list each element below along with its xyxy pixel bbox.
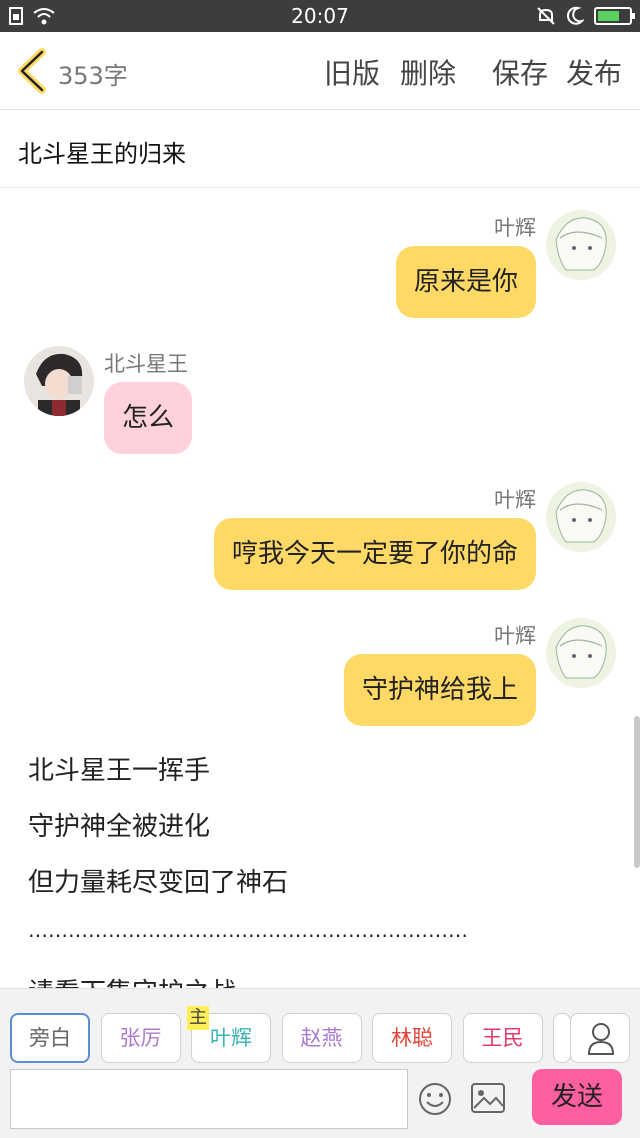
speaker-name: 北斗星王 [104, 352, 188, 376]
character-chip-wangmin[interactable]: 王民 [462, 1013, 543, 1063]
word-count: 353字 [58, 62, 128, 90]
chip-label: 张厉 [119, 1026, 162, 1050]
mute-icon [537, 7, 555, 25]
chip-label: 王民 [481, 1026, 524, 1050]
top-bar: 353字 旧版 删除 保存 发布 [0, 32, 640, 110]
moon-icon [567, 6, 584, 25]
narration-line[interactable]: 但力量耗尽变回了神石 [28, 862, 288, 899]
chip-label: 旁白 [29, 1026, 71, 1050]
character-chip-zhangli[interactable]: 张厉 [100, 1013, 181, 1063]
character-chip-yehui[interactable]: 主叶辉 [187, 1006, 271, 1063]
status-right [536, 6, 635, 26]
image-icon[interactable] [470, 1082, 506, 1114]
title-bar: 北斗星王的归来 [0, 110, 640, 188]
character-chip-lincong[interactable]: 林聪 [372, 1013, 452, 1063]
message-bubble[interactable]: 守护神给我上 [343, 654, 536, 726]
message-input[interactable] [10, 1069, 408, 1129]
status-bar: 20:07 [0, 0, 640, 32]
message-bubble[interactable]: 哼我今天一定要了你的命 [213, 518, 536, 590]
chip-label: 林聪 [391, 1026, 433, 1050]
avatar-beidou[interactable] [24, 346, 94, 416]
scrollbar[interactable] [634, 716, 640, 868]
character-chips: 旁白 张厉 主叶辉 赵燕 林聪 王民 [10, 1006, 582, 1063]
battery-icon [594, 7, 635, 25]
character-chip-narrator[interactable]: 旁白 [10, 1013, 90, 1063]
emoji-icon[interactable] [418, 1082, 452, 1116]
chip-label: 叶辉 [210, 1026, 252, 1050]
delete-button[interactable]: 删除 [400, 52, 456, 92]
chat-area[interactable]: 叶辉 原来是你 北斗星王 怎么 叶辉 哼我今天一定要了你的命 叶辉 守护神给我上… [0, 188, 640, 988]
story-title[interactable]: 北斗星王的归来 [18, 134, 186, 169]
save-button[interactable]: 保存 [492, 52, 548, 92]
speaker-name: 叶辉 [494, 216, 536, 240]
chip-label: 赵燕 [300, 1026, 343, 1050]
message-bubble[interactable]: 怎么 [104, 382, 193, 454]
narration-line[interactable]: 北斗星王一挥手 [28, 750, 210, 787]
publish-button[interactable]: 发布 [566, 52, 622, 92]
top-actions: 旧版 删除 保存 发布 [324, 52, 622, 92]
character-chip-zhaoyan[interactable]: 赵燕 [281, 1013, 362, 1063]
speaker-name: 叶辉 [494, 624, 536, 648]
message-bubble[interactable]: 原来是你 [395, 246, 536, 318]
speaker-name: 叶辉 [494, 488, 536, 512]
person-icon [587, 1023, 615, 1055]
avatar-yehui[interactable] [546, 618, 616, 688]
narration-line[interactable]: 守护神全被进化 [28, 806, 210, 843]
main-tag: 主 [187, 1006, 209, 1030]
avatar-yehui[interactable] [546, 482, 616, 552]
battery-fill [598, 11, 619, 21]
narration-line[interactable]: ………………………………………………………… [28, 918, 468, 942]
old-version-button[interactable]: 旧版 [324, 52, 380, 92]
composer: 旁白 张厉 主叶辉 赵燕 林聪 王民 发送 [0, 988, 640, 1138]
back-icon[interactable] [14, 48, 50, 94]
send-button[interactable]: 发送 [532, 1069, 622, 1125]
add-character-button[interactable] [570, 1013, 630, 1063]
narration-line[interactable]: 请看下集守护之战 [28, 972, 236, 988]
character-chip-more[interactable] [553, 1013, 571, 1063]
avatar-yehui[interactable] [546, 210, 616, 280]
